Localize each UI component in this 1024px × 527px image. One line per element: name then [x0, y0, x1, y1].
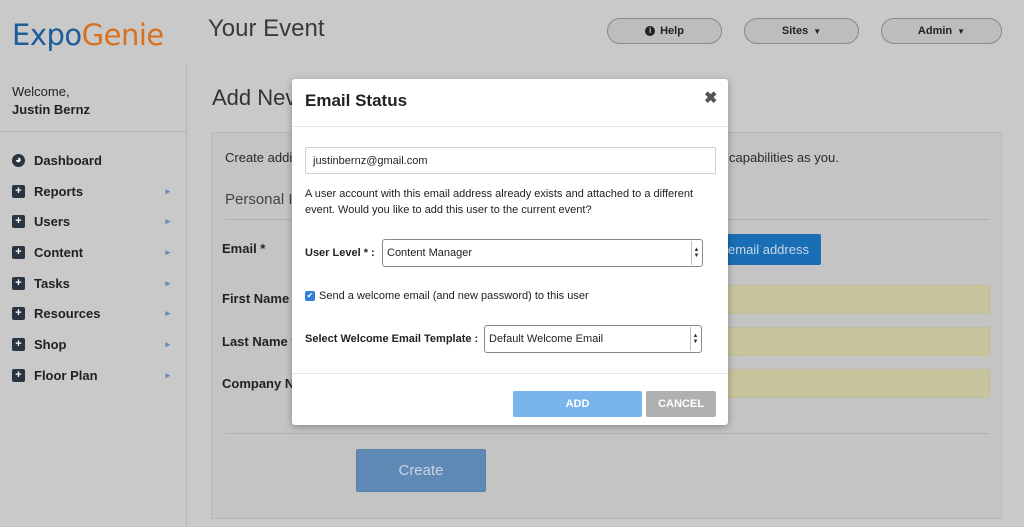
welcome-email-checkbox[interactable]: ✔ — [305, 291, 315, 301]
page-title: Add Nev — [212, 85, 297, 110]
first-name-field[interactable] — [725, 285, 990, 314]
sidebar-item-label: Dashboard — [34, 152, 102, 168]
sidebar-item-floor-plan[interactable]: + Floor Plan ▸ — [12, 360, 174, 391]
first-name-label: First Name * — [222, 291, 298, 306]
chevron-right-icon: ▸ — [165, 369, 170, 380]
email-status-modal: Email Status ✖ justinbernz@gmail.com A u… — [292, 79, 728, 425]
sites-dropdown[interactable]: Sites ▼ — [744, 18, 859, 44]
template-value: Default Welcome Email — [489, 333, 604, 345]
welcome-template-select[interactable]: Default Welcome Email ▲ ▼ — [484, 325, 702, 353]
chevron-right-icon: ▸ — [165, 338, 170, 349]
select-arrow-icon: ▲ ▼ — [690, 327, 700, 351]
plus-icon: + — [12, 215, 25, 229]
sidebar-item-label: Tasks — [34, 275, 70, 291]
cancel-button[interactable]: CANCEL — [646, 391, 716, 417]
sidebar-item-reports[interactable]: + Reports ▸ — [12, 176, 174, 207]
modal-title: Email Status — [305, 91, 408, 110]
dashboard-icon: ◕ — [12, 153, 25, 167]
email-label: Email * — [222, 241, 266, 256]
sidebar-divider — [0, 131, 186, 132]
plus-icon: + — [12, 307, 25, 321]
top-header: ExpoGenie Your Event i Help Sites ▼ Admi… — [0, 0, 1024, 63]
modal-footer-divider — [292, 373, 728, 374]
chevron-right-icon: ▸ — [165, 246, 170, 257]
welcome-email-checkbox-label: Send a welcome email (and new password) … — [319, 290, 589, 302]
info-icon: i — [645, 26, 656, 36]
help-button[interactable]: i Help — [607, 18, 722, 44]
add-button[interactable]: ADD — [513, 391, 642, 417]
plus-icon: + — [12, 245, 25, 259]
last-name-label: Last Name * — [222, 334, 297, 349]
intro-text-right: capabilities as you. — [729, 150, 839, 165]
sidebar: Welcome, Justin Bernz ◕ Dashboard + Repo… — [0, 63, 187, 527]
plus-icon: + — [12, 337, 25, 351]
plus-icon: + — [12, 368, 25, 382]
logo-text-genie: Genie — [81, 18, 165, 52]
logo-text-expo: Expo — [12, 18, 82, 52]
personal-section-heading: Personal I — [225, 191, 293, 208]
create-button[interactable]: Create — [356, 449, 486, 492]
sidebar-item-users[interactable]: + Users ▸ — [12, 206, 174, 237]
company-name-label: Company Na — [222, 376, 302, 391]
chevron-right-icon: ▸ — [165, 308, 170, 319]
template-label: Select Welcome Email Template : — [305, 333, 479, 345]
user-name: Justin Bernz — [12, 102, 91, 117]
close-icon[interactable]: ✖ — [704, 88, 717, 108]
chevron-right-icon: ▸ — [165, 185, 170, 196]
company-name-field[interactable] — [725, 369, 990, 398]
chevron-right-icon: ▸ — [165, 216, 170, 227]
plus-icon: + — [12, 184, 25, 198]
form-bottom-divider — [225, 433, 989, 434]
welcome-block: Welcome, Justin Bernz — [12, 83, 90, 119]
help-label: Help — [660, 25, 684, 37]
admin-dropdown[interactable]: Admin ▼ — [881, 18, 1002, 44]
user-level-value: Content Manager — [387, 247, 472, 259]
sidebar-item-label: Floor Plan — [34, 367, 98, 383]
intro-text-left: Create addi — [225, 150, 293, 165]
sidebar-item-tasks[interactable]: + Tasks ▸ — [12, 268, 174, 299]
caret-down-icon: ▼ — [957, 26, 966, 36]
email-address-button[interactable]: email address — [716, 234, 821, 265]
sidebar-item-label: Shop — [34, 336, 67, 352]
sidebar-item-label: Reports — [34, 183, 84, 199]
admin-label: Admin — [917, 25, 953, 37]
sidebar-item-label: Users — [34, 214, 71, 230]
welcome-text: Welcome, — [12, 84, 70, 99]
sidebar-item-label: Content — [34, 244, 84, 260]
caret-down-icon: ▼ — [813, 26, 822, 36]
modal-message: A user account with this email address a… — [305, 188, 694, 216]
event-title: Your Event — [208, 15, 325, 42]
sidebar-item-dashboard[interactable]: ◕ Dashboard — [12, 145, 174, 176]
plus-icon: + — [12, 276, 25, 290]
sidebar-nav: ◕ Dashboard + Reports ▸ + Users ▸ + Cont… — [12, 145, 174, 391]
modal-header-divider — [292, 126, 728, 127]
last-name-field[interactable] — [725, 327, 990, 356]
select-arrow-icon: ▲ ▼ — [691, 241, 701, 265]
expogenie-logo[interactable]: ExpoGenie — [12, 18, 164, 52]
sidebar-item-resources[interactable]: + Resources ▸ — [12, 298, 174, 329]
sites-label: Sites — [781, 25, 809, 37]
user-level-label: User Level * : — [305, 247, 375, 259]
sidebar-item-content[interactable]: + Content ▸ — [12, 237, 174, 268]
sidebar-item-label: Resources — [34, 306, 101, 322]
email-field[interactable]: justinbernz@gmail.com — [305, 147, 716, 174]
sidebar-item-shop[interactable]: + Shop ▸ — [12, 329, 174, 360]
chevron-right-icon: ▸ — [165, 277, 170, 288]
user-level-select[interactable]: Content Manager ▲ ▼ — [382, 239, 703, 267]
